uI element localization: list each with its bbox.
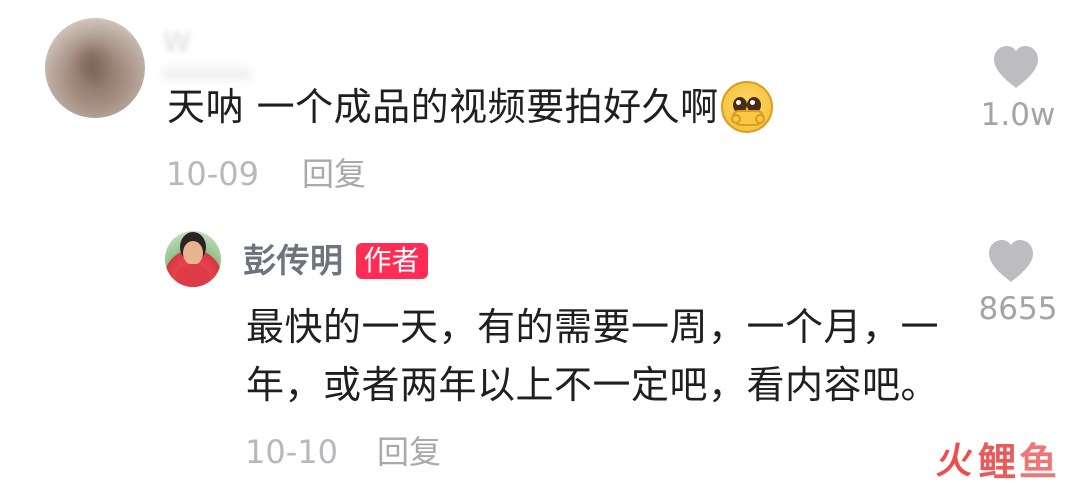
comment-like-count: 1.0w xyxy=(980,97,1056,133)
heart-icon[interactable] xyxy=(990,44,1042,90)
user-avatar[interactable] xyxy=(45,18,145,118)
comment-like-block[interactable]: 1.0w xyxy=(978,44,1058,139)
reply-header: 彭传明 作者 xyxy=(243,238,428,284)
reply-meta-row: 10-10 回复 xyxy=(245,432,441,472)
watermark-char-2: 鲤 xyxy=(977,440,1016,484)
comment-date: 10-09 xyxy=(166,155,259,193)
comment-text: 天呐 一个成品的视频要拍好久啊 xyxy=(167,81,773,133)
pleading-face-with-hands-emoji xyxy=(720,81,773,133)
reply-date: 10-10 xyxy=(245,433,338,471)
author-badge: 作者 xyxy=(355,243,428,279)
reply-text: 最快的一天，有的需要一周，一个月，一年，或者两年以上不一定吧，看内容吧。 xyxy=(246,305,940,407)
comment-reply-button[interactable]: 回复 xyxy=(302,154,366,194)
watermark-logo: 火 鲤 鱼 xyxy=(934,440,1057,484)
reply-username[interactable]: 彭传明 xyxy=(243,239,344,283)
emoji-hands xyxy=(730,110,765,126)
reply-reply-button[interactable]: 回复 xyxy=(377,432,441,472)
reply-like-block[interactable]: 8655 xyxy=(973,238,1063,333)
comment-thread: W 天呐 一个成品的视频要拍好久啊 10-09 回复 1.0w 彭传明 作者 最… xyxy=(0,0,1080,492)
comment-meta-row: 10-09 回复 xyxy=(166,154,366,194)
watermark-char-3: 鱼 xyxy=(1018,440,1057,484)
comment-text-content: 天呐 一个成品的视频要拍好久啊 xyxy=(167,85,719,129)
blurred-username[interactable]: W xyxy=(163,24,233,60)
heart-icon[interactable] xyxy=(985,238,1037,284)
author-avatar[interactable] xyxy=(165,231,221,287)
reply-like-count: 8655 xyxy=(978,291,1058,327)
watermark-char-1: 火 xyxy=(934,441,975,482)
